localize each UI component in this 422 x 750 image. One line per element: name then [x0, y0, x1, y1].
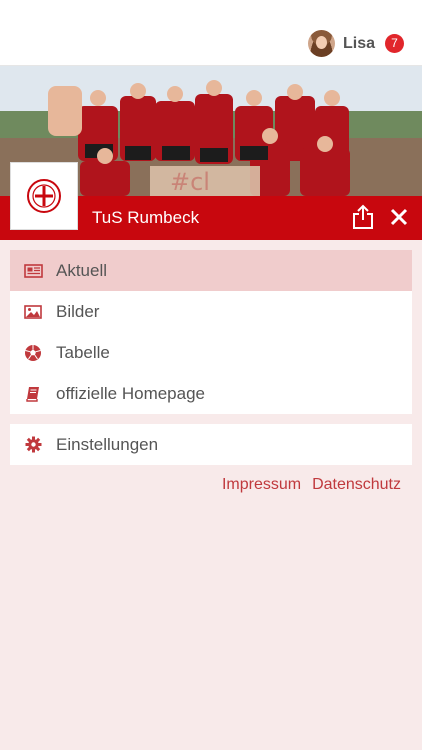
menu-item-aktuell[interactable]: Aktuell [10, 250, 412, 291]
book-icon [10, 386, 56, 402]
soccer-ball-icon [10, 344, 56, 362]
main-menu: Aktuell Bilder Tabelle offizielle Homepa… [10, 250, 412, 414]
club-name: TuS Rumbeck [92, 208, 200, 227]
gear-icon [10, 436, 56, 453]
menu-item-tabelle[interactable]: Tabelle [10, 332, 412, 373]
menu-item-einstellungen[interactable]: Einstellungen [10, 424, 412, 465]
svg-text:#cl: #cl [170, 168, 210, 196]
share-button[interactable] [350, 203, 376, 231]
menu-item-label: Bilder [56, 301, 100, 321]
avatar[interactable] [307, 30, 335, 57]
share-icon[interactable] [352, 204, 374, 230]
newspaper-icon [10, 263, 56, 278]
menu-item-offizielle-homepage[interactable]: offizielle Homepage [10, 373, 412, 414]
club-crest-icon [27, 179, 61, 213]
close-icon[interactable] [389, 207, 409, 227]
datenschutz-link[interactable]: Datenschutz [312, 476, 401, 494]
user-name[interactable]: Lisa [343, 35, 375, 53]
footer-links: Impressum Datenschutz [222, 476, 401, 494]
menu-item-label: Aktuell [56, 260, 108, 280]
impressum-link[interactable]: Impressum [222, 476, 301, 494]
user-profile[interactable]: Lisa 7 [307, 30, 404, 57]
club-logo [10, 162, 78, 230]
settings-menu: Einstellungen [10, 424, 412, 465]
notification-badge[interactable]: 7 [385, 34, 404, 53]
menu-item-label: Tabelle [56, 342, 110, 362]
close-button[interactable] [386, 203, 412, 231]
top-bar: Lisa 7 [0, 0, 422, 66]
menu-item-bilder[interactable]: Bilder [10, 291, 412, 332]
menu-item-label: offizielle Homepage [56, 383, 205, 403]
menu-item-label: Einstellungen [56, 434, 159, 454]
image-icon [10, 304, 56, 319]
